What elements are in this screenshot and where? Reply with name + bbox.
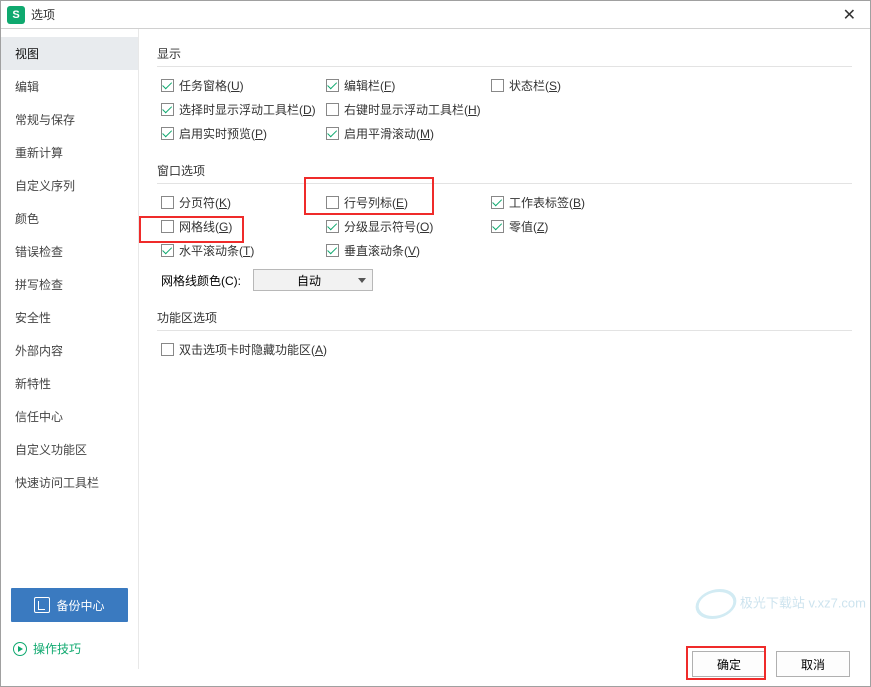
checkbox-icon (326, 79, 339, 92)
checkbox-task-pane[interactable]: 任务窗格(U) (161, 77, 244, 94)
checkbox-hscroll[interactable]: 水平滚动条(T) (161, 242, 254, 259)
checkbox-icon (491, 79, 504, 92)
checkbox-gridlines[interactable]: 网格线(G) (161, 218, 232, 235)
window-title: 选项 (31, 6, 55, 23)
checkbox-realtime-preview[interactable]: 启用实时预览(P) (161, 125, 267, 142)
sidebar-label: 重新计算 (15, 146, 63, 160)
sidebar-item-general[interactable]: 常规与保存 (1, 103, 138, 136)
checkbox-status-bar[interactable]: 状态栏(S) (491, 77, 561, 94)
watermark: 极光下载站 v.xz7.com (696, 589, 866, 619)
checkbox-sheet-tabs[interactable]: 工作表标签(B) (491, 194, 585, 211)
checkbox-outline[interactable]: 分级显示符号(O) (326, 218, 433, 235)
sidebar-label: 外部内容 (15, 344, 63, 358)
main-container: 视图 编辑 常规与保存 重新计算 自定义序列 颜色 错误检查 拼写检查 安全性 … (1, 29, 870, 669)
checkbox-icon (161, 103, 174, 116)
checkbox-icon (491, 196, 504, 209)
backup-icon (34, 597, 50, 613)
checkbox-vscroll[interactable]: 垂直滚动条(V) (326, 242, 420, 259)
checkbox-icon (326, 196, 339, 209)
checkbox-icon (161, 127, 174, 140)
ok-button[interactable]: 确定 (692, 651, 766, 677)
checkbox-row-col-headers[interactable]: 行号列标(E) (326, 194, 408, 211)
divider (157, 183, 852, 184)
backup-center-button[interactable]: 备份中心 (11, 588, 128, 622)
sidebar-label: 安全性 (15, 311, 51, 325)
sidebar-item-newfeat[interactable]: 新特性 (1, 367, 138, 400)
sidebar-label: 颜色 (15, 212, 39, 226)
divider (157, 66, 852, 67)
checkbox-icon (161, 220, 174, 233)
checkbox-icon (326, 244, 339, 257)
chevron-down-icon (358, 278, 366, 283)
checkbox-icon (491, 220, 504, 233)
sidebar-item-color[interactable]: 颜色 (1, 202, 138, 235)
sidebar-label: 自定义序列 (15, 179, 75, 193)
sidebar-item-edit[interactable]: 编辑 (1, 70, 138, 103)
footer: 确定 取消 (1, 644, 870, 684)
gridcolor-dropdown[interactable]: 自动 (253, 269, 373, 291)
checkbox-icon (161, 343, 174, 356)
sidebar-item-external[interactable]: 外部内容 (1, 334, 138, 367)
sidebar-label: 常规与保存 (15, 113, 75, 127)
checkbox-edit-bar[interactable]: 编辑栏(F) (326, 77, 395, 94)
checkbox-icon (326, 220, 339, 233)
checkbox-icon (326, 127, 339, 140)
checkbox-icon (161, 79, 174, 92)
dropdown-value: 自动 (260, 272, 358, 289)
section-window: 窗口选项 (157, 162, 852, 179)
sidebar-item-view[interactable]: 视图 (1, 37, 138, 70)
sidebar-item-trust[interactable]: 信任中心 (1, 400, 138, 433)
divider (157, 330, 852, 331)
checkbox-dblclick-hide-ribbon[interactable]: 双击选项卡时隐藏功能区(A) (161, 341, 327, 358)
sidebar: 视图 编辑 常规与保存 重新计算 自定义序列 颜色 错误检查 拼写检查 安全性 … (1, 29, 139, 669)
checkbox-zero[interactable]: 零值(Z) (491, 218, 548, 235)
sidebar-label: 拼写检查 (15, 278, 63, 292)
checkbox-smooth-scroll[interactable]: 启用平滑滚动(M) (326, 125, 434, 142)
sidebar-item-errorcheck[interactable]: 错误检查 (1, 235, 138, 268)
section-display: 显示 (157, 45, 852, 62)
sidebar-item-spellcheck[interactable]: 拼写检查 (1, 268, 138, 301)
checkbox-float-right[interactable]: 右键时显示浮动工具栏(H) (326, 101, 481, 118)
content-panel: 显示 任务窗格(U) 编辑栏(F) 状态栏(S) 选择时显示浮动工具栏(D) 右… (139, 29, 870, 669)
checkbox-icon (161, 244, 174, 257)
title-bar: S 选项 ✕ (1, 1, 870, 29)
sidebar-item-recalc[interactable]: 重新计算 (1, 136, 138, 169)
sidebar-label: 错误检查 (15, 245, 63, 259)
sidebar-label: 新特性 (15, 377, 51, 391)
checkbox-float-select[interactable]: 选择时显示浮动工具栏(D) (161, 101, 316, 118)
sidebar-label: 视图 (15, 47, 39, 61)
gridcolor-label: 网格线颜色(C): (161, 272, 241, 289)
sidebar-item-customribbon[interactable]: 自定义功能区 (1, 433, 138, 466)
close-button[interactable]: ✕ (837, 5, 862, 25)
checkbox-page-break[interactable]: 分页符(K) (161, 194, 231, 211)
sidebar-label: 信任中心 (15, 410, 63, 424)
app-logo-icon: S (7, 6, 25, 24)
cancel-button[interactable]: 取消 (776, 651, 850, 677)
sidebar-item-qat[interactable]: 快速访问工具栏 (1, 466, 138, 499)
section-ribbon: 功能区选项 (157, 309, 852, 326)
sidebar-item-customlist[interactable]: 自定义序列 (1, 169, 138, 202)
sidebar-label: 自定义功能区 (15, 443, 87, 457)
backup-label: 备份中心 (56, 597, 104, 614)
sidebar-label: 快速访问工具栏 (15, 476, 99, 490)
checkbox-icon (161, 196, 174, 209)
sidebar-label: 编辑 (15, 80, 39, 94)
sidebar-item-security[interactable]: 安全性 (1, 301, 138, 334)
checkbox-icon (326, 103, 339, 116)
